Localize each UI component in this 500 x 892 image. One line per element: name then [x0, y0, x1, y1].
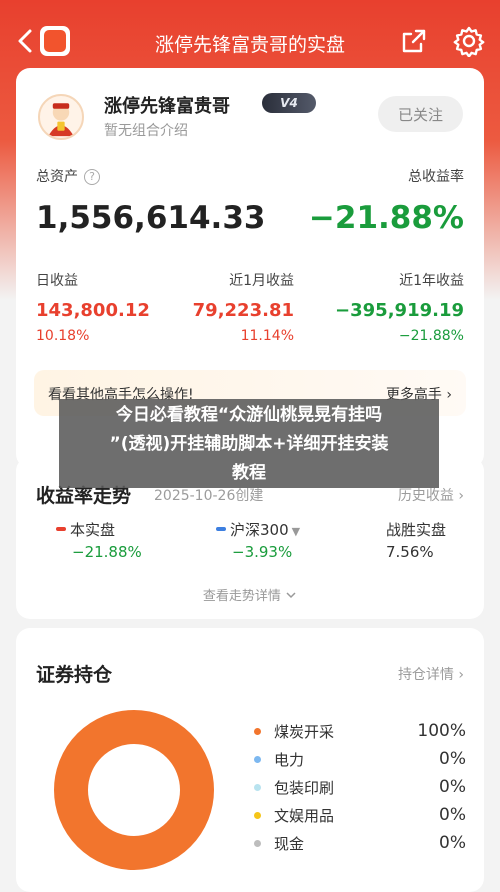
- month-return-pct: 11.14%: [240, 328, 294, 344]
- daily-return-value: 143,800.12: [36, 300, 150, 321]
- total-return-label: 总收益率: [408, 169, 464, 185]
- holding-row[interactable]: 文娱用品 0%: [254, 805, 466, 827]
- year-return-label: 近1年收益: [399, 273, 464, 289]
- holding-row[interactable]: 电力 0%: [254, 749, 466, 771]
- year-return-pct: −21.88%: [398, 328, 464, 344]
- legend-this-account: 本实盘: [56, 519, 115, 540]
- avatar[interactable]: [38, 94, 84, 140]
- profile-name: 涨停先锋富贵哥: [104, 96, 230, 117]
- level-text: V4: [280, 96, 298, 110]
- holding-color-dot: [254, 728, 261, 735]
- holding-color-dot: [254, 756, 261, 763]
- holding-name: 煤炭开采: [274, 723, 335, 741]
- year-return-value: −395,919.19: [335, 300, 464, 321]
- overlay-line-1: 今日必看教程“众游仙桃晃晃有挂吗: [115, 405, 383, 425]
- overlay-banner: 今日必看教程“众游仙桃晃晃有挂吗 ”(透视)开挂辅助脚本+详细开挂安装 教程: [59, 399, 439, 488]
- chevron-down-icon: [286, 592, 296, 599]
- legend-this-account-name: 本实盘: [70, 521, 116, 539]
- holding-percent: 0%: [439, 777, 466, 797]
- legend-csi300[interactable]: 沪深300 ▼: [216, 519, 300, 540]
- caret-down-icon: ▼: [291, 525, 301, 538]
- trend-detail-text: 查看走势详情: [202, 589, 281, 604]
- fortune-god-avatar-icon: [48, 103, 74, 137]
- month-return-label: 近1月收益: [229, 273, 294, 289]
- level-badge: V4: [262, 93, 316, 113]
- holding-percent: 0%: [439, 749, 466, 769]
- holdings-title: 证券持仓: [36, 664, 113, 686]
- holding-name: 电力: [274, 751, 305, 769]
- overlay-line-2: ”(透视)开挂辅助脚本+详细开挂安装: [109, 434, 389, 454]
- daily-return-label: 日收益: [36, 273, 78, 289]
- holding-row[interactable]: 现金 0%: [254, 833, 466, 855]
- profile-intro: 暂无组合介绍: [104, 123, 188, 139]
- holding-name: 文娱用品: [274, 807, 335, 825]
- holding-color-dot: [254, 812, 261, 819]
- legend-blue-swatch: [216, 527, 226, 531]
- total-assets-value: 1,556,614.33: [36, 200, 266, 236]
- daily-return-pct: 10.18%: [36, 328, 90, 344]
- beat-label: 战胜实盘: [386, 521, 447, 539]
- trend-created-date: 2025-10-26创建: [154, 488, 264, 504]
- share-icon[interactable]: [400, 27, 428, 55]
- total-assets-label-text: 总资产: [36, 169, 78, 185]
- legend-csi300-name: 沪深300: [230, 521, 289, 539]
- holding-name: 现金: [274, 835, 305, 853]
- holdings-card: 证券持仓 持仓详情 › 煤炭开采 100% 电力 0% 包装印刷 0% 文娱用品 0% 现金 0%: [16, 628, 484, 892]
- overlay-line-3: 教程: [232, 463, 266, 483]
- month-return-value: 79,223.81: [192, 300, 294, 321]
- holding-percent: 0%: [439, 833, 466, 853]
- total-assets-label: 总资产?: [36, 166, 100, 186]
- holding-color-dot: [254, 784, 261, 791]
- holdings-donut-chart: [54, 710, 214, 870]
- beat-value: 7.56%: [386, 543, 434, 561]
- donut-slice-coal: [54, 710, 214, 870]
- holding-name: 包装印刷: [274, 779, 335, 797]
- followed-button[interactable]: 已关注: [378, 96, 463, 132]
- holding-row[interactable]: 包装印刷 0%: [254, 777, 466, 799]
- legend-red-swatch: [56, 527, 66, 531]
- holding-percent: 0%: [439, 805, 466, 825]
- gear-icon[interactable]: [453, 25, 485, 57]
- holdings-detail-link[interactable]: 持仓详情 ›: [398, 664, 464, 684]
- this-account-return: −21.88%: [72, 543, 142, 561]
- holding-percent: 100%: [417, 721, 466, 741]
- holding-row[interactable]: 煤炭开采 100%: [254, 721, 466, 743]
- history-return-link[interactable]: 历史收益 ›: [398, 485, 464, 505]
- help-icon[interactable]: ?: [84, 169, 100, 185]
- holding-color-dot: [254, 840, 261, 847]
- trend-detail-link[interactable]: 查看走势详情: [16, 585, 484, 604]
- total-return-value: −21.88%: [308, 200, 464, 236]
- csi300-return: −3.93%: [232, 543, 293, 561]
